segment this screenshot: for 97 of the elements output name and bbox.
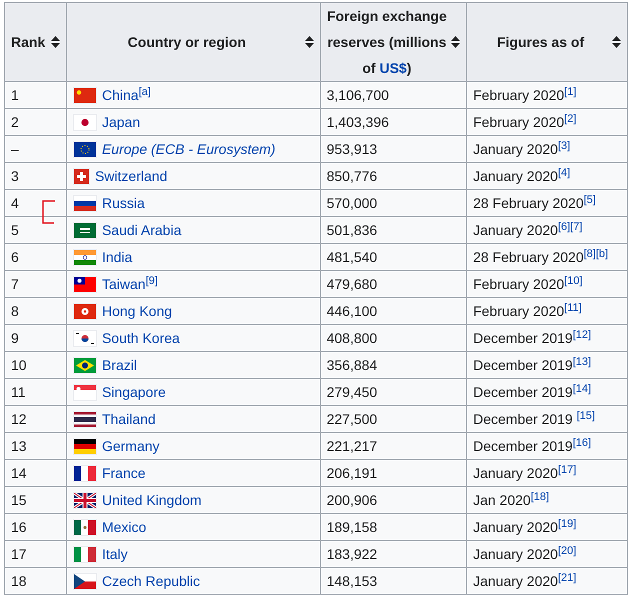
date-cell: December 2019$^{[16]}$ — [473, 438, 592, 454]
column-header[interactable]: Rank — [11, 29, 47, 55]
reserves-cell: 148,153 — [326, 573, 378, 589]
rank-cell: 13 — [11, 438, 27, 454]
flag-icon — [74, 466, 96, 480]
rank-cell: 7 — [11, 276, 19, 292]
reserves-cell: 200,906 — [326, 492, 378, 508]
bracket-mark — [42, 200, 55, 224]
country-link[interactable]: South Korea — [102, 331, 180, 345]
rank-cell: 1 — [11, 87, 19, 103]
date-cell: January 2020$^{[19]}$ — [473, 519, 576, 535]
reserves-cell: 221,217 — [326, 438, 378, 454]
country-link[interactable]: Mexico — [102, 520, 146, 534]
country-link[interactable]: Taiwan$^{[9]}$ — [102, 277, 158, 291]
country-link[interactable]: Russia — [102, 196, 145, 210]
sort-icon[interactable] — [50, 36, 60, 48]
country-link[interactable]: China$^{[a]}$ — [102, 88, 151, 102]
country-link[interactable]: Japan — [102, 115, 140, 129]
reserves-cell: 227,500 — [326, 411, 378, 427]
rank-cell: 11 — [11, 384, 26, 400]
date-cell: December 2019$^{[12]}$ — [473, 330, 592, 346]
reserves-cell: 183,922 — [326, 546, 378, 562]
flag-icon — [74, 168, 89, 184]
reserves-cell: 479,680 — [326, 276, 378, 292]
date-cell: January 2020$^{[4]}$ — [473, 168, 570, 184]
flag-icon — [74, 142, 96, 156]
country-link[interactable]: Italy — [102, 547, 128, 561]
flag-icon — [74, 304, 96, 318]
country-link[interactable]: Brazil — [102, 358, 137, 372]
date-cell: December 2019 $^{[15]}$ — [473, 411, 595, 427]
date-cell: December 2019$^{[13]}$ — [473, 357, 592, 373]
rank-cell: 16 — [11, 519, 27, 535]
date-cell: January 2020$^{[17]}$ — [473, 465, 576, 481]
date-cell: February 2020$^{[10]}$ — [473, 276, 583, 292]
date-cell: 28 February 2020$^{[5]}$ — [473, 195, 596, 211]
sort-icon[interactable] — [612, 36, 621, 48]
sort-icon[interactable] — [451, 36, 460, 48]
date-cell: December 2019$^{[14]}$ — [473, 384, 592, 400]
reserves-cell: 206,191 — [326, 465, 378, 481]
flag-icon — [74, 196, 96, 210]
rank-cell: 14 — [11, 465, 27, 481]
flag-icon — [74, 492, 96, 508]
reserves-cell: 481,540 — [326, 249, 378, 265]
reserves-cell: 279,450 — [326, 384, 378, 400]
rank-cell: 8 — [11, 303, 19, 319]
flag-icon — [74, 520, 96, 534]
flag-icon — [74, 330, 96, 346]
country-link[interactable]: Switzerland — [94, 169, 168, 183]
rank-cell: 2 — [11, 114, 19, 130]
rank-cell: – — [11, 141, 19, 157]
reserves-cell: 408,800 — [326, 330, 378, 346]
rank-cell: 6 — [11, 249, 19, 265]
date-cell: February 2020$^{[1]}$ — [473, 87, 576, 103]
currency-link[interactable]: US$ — [379, 60, 407, 76]
flag-icon — [74, 412, 96, 426]
reserves-cell: 3,106,700 — [326, 87, 389, 103]
country-link[interactable]: Thailand — [102, 412, 156, 426]
reserves-cell: 189,158 — [326, 519, 378, 535]
reserves-cell: 446,100 — [326, 303, 378, 319]
date-cell: Jan 2020$^{[18]}$ — [473, 492, 550, 508]
date-cell: January 2020$^{[3]}$ — [473, 141, 570, 157]
country-link[interactable]: Saudi Arabia — [102, 223, 182, 237]
flag-icon — [74, 358, 96, 372]
rank-cell: 18 — [11, 573, 27, 589]
country-link[interactable]: Hong Kong — [102, 304, 172, 318]
flag-icon — [74, 276, 96, 292]
rank-cell: 10 — [11, 357, 27, 373]
date-cell: February 2020$^{[11]}$ — [473, 303, 582, 319]
flag-icon — [74, 250, 96, 264]
reserves-cell: 570,000 — [326, 195, 378, 211]
flag-icon — [74, 546, 96, 562]
country-link[interactable]: Singapore — [102, 385, 166, 399]
rank-cell: 4 — [11, 195, 19, 211]
date-cell: February 2020$^{[2]}$ — [473, 114, 576, 130]
flag-icon — [74, 384, 96, 400]
flag-icon — [74, 88, 96, 102]
reserves-cell: 850,776 — [326, 168, 378, 184]
date-cell: January 2020$^{[20]}$ — [473, 546, 576, 562]
reserves-cell: 953,913 — [326, 141, 378, 157]
rank-cell: 12 — [11, 411, 27, 427]
flag-icon — [74, 438, 96, 454]
rank-cell: 3 — [11, 168, 19, 184]
rank-cell: 17 — [11, 546, 27, 562]
country-link[interactable]: India — [102, 250, 132, 264]
country-link[interactable]: Germany — [102, 439, 160, 453]
reserves-cell: 501,836 — [326, 222, 378, 238]
reserves-cell: 356,884 — [326, 357, 378, 373]
reserves-cell: 1,403,396 — [326, 114, 389, 130]
sort-icon[interactable] — [304, 36, 314, 48]
rank-cell: 9 — [11, 330, 19, 346]
rank-cell: 5 — [11, 222, 19, 238]
country-link[interactable]: France — [102, 466, 146, 480]
flag-icon — [74, 222, 96, 238]
flag-icon — [74, 114, 96, 130]
flag-icon — [74, 574, 96, 588]
rank-cell: 15 — [11, 492, 27, 508]
date-cell: January 2020$^{[21]}$ — [473, 573, 576, 589]
